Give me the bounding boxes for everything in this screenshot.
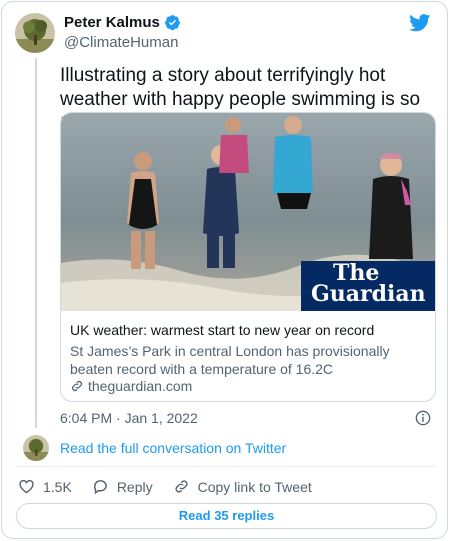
link-card-domain-text[interactable]: theguardian.com [88, 378, 192, 394]
link-card-description: St James’s Park in central London has pr… [70, 343, 390, 377]
author-avatar[interactable] [15, 13, 55, 53]
tweet-actions: 1.5K Reply Copy link to Tweet [18, 478, 332, 495]
thread-line [35, 58, 37, 428]
read-conversation-link[interactable]: Read the full conversation on Twitter [60, 440, 286, 456]
tweet-timestamp[interactable]: 6:04 PM · Jan 1, 2022 [60, 410, 198, 426]
reply-icon [93, 480, 107, 495]
link-preview-card[interactable]: The Guardian UK weather: warmest start t… [60, 112, 436, 402]
like-button[interactable]: 1.5K [18, 478, 72, 495]
conversation-avatar[interactable] [23, 435, 49, 461]
link-card-domain[interactable]: theguardian.com [70, 378, 192, 394]
guardian-logo-line2: Guardian [311, 281, 426, 307]
author-name[interactable]: Peter Kalmus [64, 14, 181, 31]
link-chain-icon [175, 480, 188, 493]
author-handle[interactable]: @ClimateHuman [64, 34, 178, 51]
verified-badge-icon [164, 15, 180, 31]
copy-link-label: Copy link to Tweet [197, 478, 312, 495]
link-card-title[interactable]: UK weather: warmest start to new year on… [70, 322, 374, 338]
divider [15, 466, 436, 467]
author-name-text[interactable]: Peter Kalmus [64, 14, 160, 31]
like-count: 1.5K [43, 478, 72, 495]
tweet-embed-card: Peter Kalmus @ClimateHuman Illustrating … [1, 1, 448, 539]
link-icon [71, 380, 83, 392]
heart-icon [19, 479, 34, 494]
copy-link-button[interactable]: Copy link to Tweet [173, 478, 312, 495]
reply-button[interactable]: Reply [92, 478, 153, 495]
guardian-logo: The Guardian [301, 261, 435, 311]
twitter-bird-icon[interactable] [409, 14, 431, 32]
reply-label: Reply [116, 478, 153, 495]
read-replies-button[interactable]: Read 35 replies [16, 503, 437, 529]
info-icon[interactable] [415, 410, 431, 426]
